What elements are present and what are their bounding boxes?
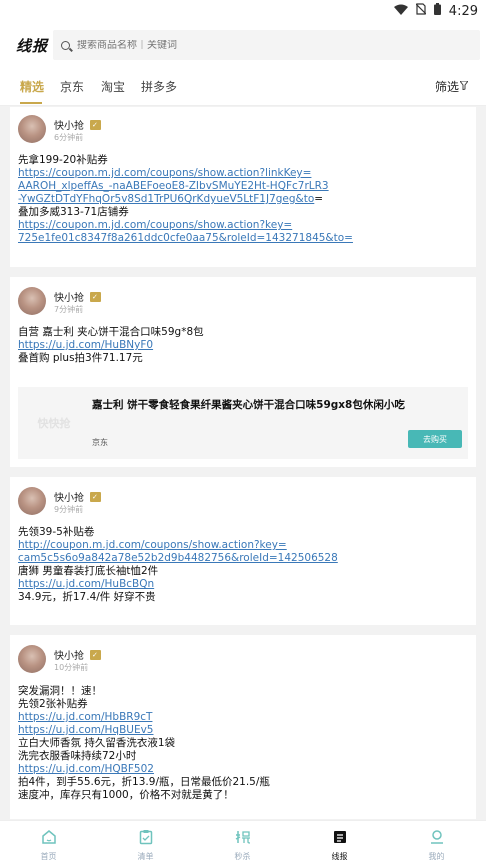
verified-badge-icon xyxy=(90,649,101,660)
coupon-link[interactable]: http://coupon.m.jd.com/coupons/show.acti… xyxy=(18,539,468,552)
product-title: 嘉士利 饼干零食轻食果纤果酱夹心饼干混合口味59gx8包休闲小吃 xyxy=(92,399,405,411)
profile-icon xyxy=(429,829,445,845)
content-line: 唐狮 男童春装打底长袖t恤2件 xyxy=(18,565,159,577)
verified-badge-icon xyxy=(90,491,101,502)
post-time: 7分钟前 xyxy=(54,305,84,314)
post-card[interactable]: 快小抢 6分钟前 先拿199-20补贴券 https://coupon.m.jd… xyxy=(10,107,476,267)
author-name: 快小抢 xyxy=(54,651,84,662)
avatar xyxy=(18,645,46,673)
product-link[interactable]: https://u.jd.com/HQBF502 xyxy=(18,763,468,776)
search-box[interactable] xyxy=(53,30,480,60)
coupon-link[interactable]: https://u.jd.com/HqBUEv5 xyxy=(18,724,468,737)
nav-list[interactable]: 清单 xyxy=(97,821,194,864)
post-content: 自营 嘉士利 夹心饼干混合口味59g*8包 https://u.jd.com/H… xyxy=(18,326,468,365)
content-line: 先领39-5补贴卷 xyxy=(18,526,95,538)
active-tab-indicator xyxy=(20,102,42,104)
post-content: 先拿199-20补贴券 https://coupon.m.jd.com/coup… xyxy=(18,154,468,245)
tab-taobao[interactable]: 淘宝 xyxy=(101,78,125,95)
content-line: 自营 嘉士利 夹心饼干混合口味59g*8包 xyxy=(18,326,204,338)
nav-label: 秒杀 xyxy=(234,852,251,861)
link-suffix: = xyxy=(314,193,324,205)
post-time: 6分钟前 xyxy=(54,133,84,142)
post-content: 突发漏洞！！速！ 先领2张补贴券 https://u.jd.com/HbBR9c… xyxy=(18,685,468,802)
nav-deals[interactable]: 线报 xyxy=(291,821,388,864)
clipboard-icon xyxy=(138,829,154,845)
coupon-link[interactable]: cam5c5s6o9a842a78e52b2d9b4482756&roleId=… xyxy=(18,552,468,565)
coupon-link[interactable]: AAROH_xlpeffAs_-naABEFoeoE8-ZIbvSMuYE2Ht… xyxy=(18,180,468,193)
content-line: 先领2张补贴券 xyxy=(18,698,88,710)
product-card[interactable]: 快快抢 嘉士利 饼干零食轻食果纤果酱夹心饼干混合口味59gx8包休闲小吃 京东 … xyxy=(18,387,468,459)
coupon-link[interactable]: https://coupon.m.jd.com/coupons/show.act… xyxy=(18,219,468,232)
product-image: 快快抢 xyxy=(37,417,71,430)
coupon-link[interactable]: -YwGZtDTdYFhqOr5v8Sd1TrPU6QrKdyueV5LtF1J… xyxy=(18,193,314,205)
post-time: 10分钟前 xyxy=(54,663,89,672)
product-link[interactable]: https://u.jd.com/HuBNyF0 xyxy=(18,339,468,352)
content-line: 先拿199-20补贴券 xyxy=(18,154,108,166)
nav-label: 线报 xyxy=(331,852,348,861)
coupon-link[interactable]: https://u.jd.com/HbBR9cT xyxy=(18,711,468,724)
tab-featured[interactable]: 精选 xyxy=(20,78,44,95)
avatar xyxy=(18,487,46,515)
author-name: 快小抢 xyxy=(54,293,84,304)
bottom-nav: 首页 清单 秒杀 线报 我的 xyxy=(0,820,486,864)
home-icon xyxy=(41,829,57,845)
coupon-link[interactable]: https://coupon.m.jd.com/coupons/show.act… xyxy=(18,167,468,180)
post-time: 9分钟前 xyxy=(54,505,84,514)
post-card[interactable]: 快小抢 9分钟前 先领39-5补贴卷 http://coupon.m.jd.co… xyxy=(10,477,476,625)
tab-pinduoduo[interactable]: 拼多多 xyxy=(141,78,177,95)
author-name: 快小抢 xyxy=(54,493,84,504)
content-line: 叠加多威313-71店铺券 xyxy=(18,206,129,218)
filter-button[interactable]: 筛选 xyxy=(434,78,469,95)
status-bar: 4:29 xyxy=(0,0,486,24)
search-input[interactable] xyxy=(77,39,457,51)
product-platform: 京东 xyxy=(92,438,108,447)
nav-flash-sale[interactable]: 秒杀 xyxy=(194,821,291,864)
feed[interactable]: 快小抢 6分钟前 先拿199-20补贴券 https://coupon.m.jd… xyxy=(0,107,486,819)
app-logo: 线报 xyxy=(16,37,49,55)
verified-badge-icon xyxy=(90,119,101,130)
avatar xyxy=(18,115,46,143)
content-line: 突发漏洞！！速！ xyxy=(18,685,102,697)
category-tabs: 精选 京东 淘宝 拼多多 筛选 xyxy=(0,64,486,106)
avatar xyxy=(18,287,46,315)
news-icon xyxy=(332,829,348,845)
post-content: 先领39-5补贴卷 http://coupon.m.jd.com/coupons… xyxy=(18,526,468,604)
verified-badge-icon xyxy=(90,291,101,302)
grab-icon xyxy=(235,829,251,845)
nav-label: 清单 xyxy=(137,852,154,861)
top-bar: 线报 xyxy=(0,24,486,64)
coupon-link[interactable]: 725e1fe01c8347f8a261ddc0cfe0aa75&roleId=… xyxy=(18,232,468,245)
content-line: 叠首购 plus拍3件71.17元 xyxy=(18,352,143,364)
nav-label: 首页 xyxy=(40,852,57,861)
nav-home[interactable]: 首页 xyxy=(0,821,97,864)
tab-jd[interactable]: 京东 xyxy=(60,78,84,95)
content-line: 34.9元，折17.4/件 好穿不贵 xyxy=(18,591,156,603)
content-line: 立白大师香氛 持久留香洗衣液1袋 xyxy=(18,737,176,749)
nav-profile[interactable]: 我的 xyxy=(388,821,485,864)
wifi-icon xyxy=(393,4,408,19)
content-line: 洗完衣服香味持续72小时 xyxy=(18,750,137,762)
content-line: 拍4件，到手55.6元，折13.9/瓶，日常最低价21.5/瓶 xyxy=(18,776,270,788)
search-icon xyxy=(61,40,70,50)
post-card[interactable]: 快小抢 7分钟前 自营 嘉士利 夹心饼干混合口味59g*8包 https://u… xyxy=(10,277,476,467)
nav-label: 我的 xyxy=(428,852,445,861)
no-sim-icon xyxy=(415,3,427,19)
content-line: 速度冲，库存只有1000，价格不对就是黄了！ xyxy=(18,789,234,801)
battery-icon xyxy=(433,3,441,19)
author-name: 快小抢 xyxy=(54,121,84,132)
filter-label: 筛选 xyxy=(434,80,459,94)
filter-icon xyxy=(459,80,469,93)
clock: 4:29 xyxy=(448,3,478,19)
buy-button[interactable]: 去购买 xyxy=(408,430,462,448)
product-link[interactable]: https://u.jd.com/HuBcBQn xyxy=(18,578,468,591)
post-card[interactable]: 快小抢 10分钟前 突发漏洞！！速！ 先领2张补贴券 https://u.jd.… xyxy=(10,635,476,819)
